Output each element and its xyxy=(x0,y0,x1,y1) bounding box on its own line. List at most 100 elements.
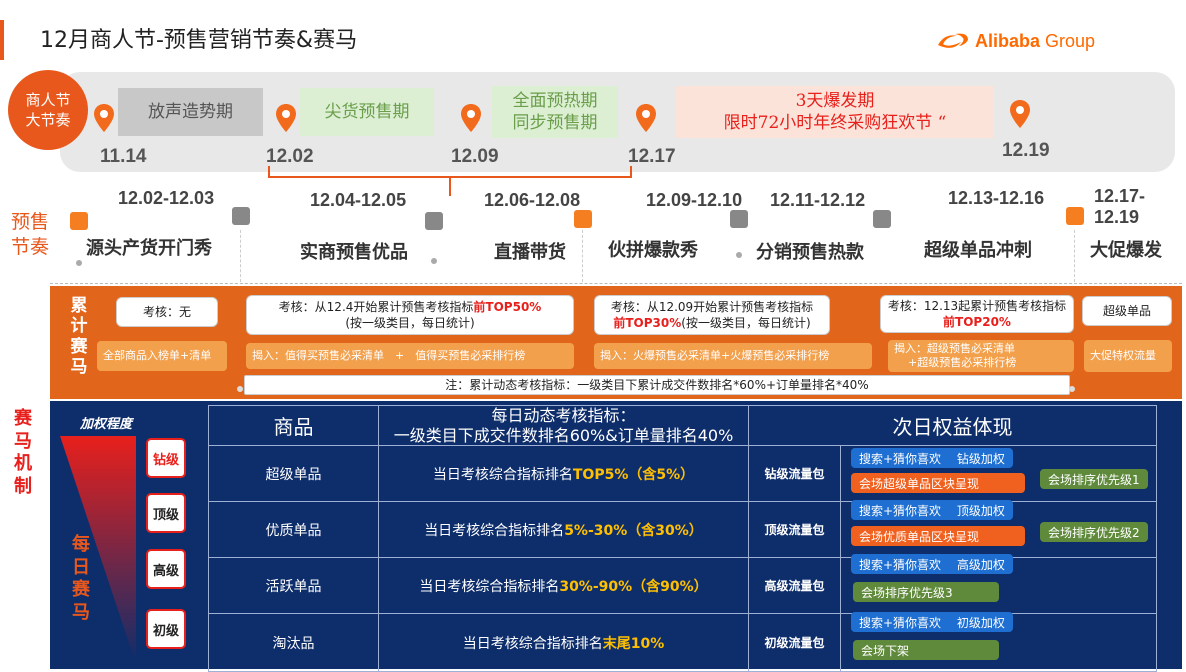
benefit-search-weight: 搜索+猜你喜欢 钻级加权 xyxy=(851,448,1013,468)
assessment-box-1-text: 考核：无 xyxy=(142,304,191,319)
presale-title-5: 分销预售热款 xyxy=(756,242,864,263)
tier-high-badge: 高级 xyxy=(146,549,186,589)
presale-range-3: 12.06-12.08 xyxy=(484,190,581,210)
benefit-search-weight: 搜索+猜你喜欢 初级加权 xyxy=(851,612,1013,632)
assessment-note: 注：累计动态考核指标：一级类目下累计成交件数排名*60%+订单量排名*40% xyxy=(244,375,1070,395)
location-pin-icon xyxy=(94,104,114,132)
marker-dot xyxy=(76,260,82,266)
header-benefit: 次日权益体现 xyxy=(748,405,1157,446)
benefit-search-weight: 搜索+猜你喜欢 顶级加权 xyxy=(851,500,1013,520)
box3-sub: (按一级类目，每日统计) xyxy=(681,316,811,330)
milestone-marker xyxy=(232,207,250,225)
row3-metric-highlight: 30%-90%（含90%） xyxy=(559,578,708,595)
presale-title-1: 源头产货开门秀 xyxy=(86,238,212,259)
row3-product: 活跃单品 xyxy=(208,557,379,614)
benefit-venue-priority: 会场排序优先级1 xyxy=(1040,469,1148,489)
phase-4-label-1: 3天爆发期 xyxy=(795,90,875,111)
row2-metric: 当日考核综合指标排名5%-30%（含30%） xyxy=(378,501,749,558)
header-metric-line2: 一级类目下成交件数排名60%&订单量排名40% xyxy=(393,425,734,445)
phase-4-label-2: 限时72小时年终采购狂欢节 “ xyxy=(723,113,947,133)
row3-pack: 高级流量包 xyxy=(748,557,841,614)
phase-2: 尖货预售期 xyxy=(300,88,434,136)
box3-text: 考核：从12.09开始累计预售考核指标 xyxy=(610,299,814,314)
benefit-venue-display: 会场优质单品区块呈现 xyxy=(851,526,1025,546)
logo-group-text: Group xyxy=(1045,30,1096,51)
benefit-search-weight: 搜索+猜你喜欢 高级加权 xyxy=(851,554,1013,574)
listing-box-4-line2: +超级预售必采排行榜 xyxy=(908,356,1017,370)
presale-range-1: 12.02-12.03 xyxy=(118,188,215,208)
presale-range-5: 12.11-12.12 xyxy=(770,190,866,210)
presale-label-line2: 节奏 xyxy=(10,235,49,258)
presale-title-4: 伙拼爆款秀 xyxy=(608,240,698,261)
milestone-marker xyxy=(730,210,748,228)
row4-metric: 当日考核综合指标排名末尾10% xyxy=(378,613,749,672)
phase-4: 3天爆发期 限时72小时年终采购狂欢节 “ xyxy=(676,86,994,138)
row4-product: 淘汰品 xyxy=(208,613,379,672)
benefit-venue-priority: 会场排序优先级3 xyxy=(853,582,999,602)
milestone-marker xyxy=(70,212,88,230)
header-metric: 每日动态考核指标： 一级类目下成交件数排名60%&订单量排名40% xyxy=(378,405,749,446)
milestone-marker xyxy=(873,210,891,228)
weight-degree-label: 加权程度 xyxy=(80,417,133,432)
daily-label-char: 赛 xyxy=(72,579,90,600)
row2-product: 优质单品 xyxy=(208,501,379,558)
listing-box-5: 大促特权流量 xyxy=(1084,340,1172,372)
daily-race-label: 每 日 赛 马 xyxy=(68,534,94,624)
location-pin-icon xyxy=(276,104,296,132)
presale-title-2: 实商预售优品 xyxy=(300,242,408,263)
race-label-char: 制 xyxy=(14,475,32,497)
header-product: 商品 xyxy=(208,405,379,446)
row4-metric-highlight: 末尾10% xyxy=(602,635,665,652)
date-1: 11.14 xyxy=(100,146,147,167)
presale-label-line1: 预售 xyxy=(10,211,49,233)
milestone-marker xyxy=(1066,207,1084,225)
presale-title-6: 超级单品冲刺 xyxy=(924,240,1032,261)
title-accent-bar xyxy=(0,20,4,60)
listing-box-4-line1: 揭入：超级预售必采清单 xyxy=(894,342,1015,355)
daily-label-char: 日 xyxy=(72,556,90,578)
row1-metric-highlight: TOP5%（含5%） xyxy=(572,466,695,483)
row1-metric: 当日考核综合指标排名TOP5%（含5%） xyxy=(378,445,749,502)
assessment-box-5: 超级单品 xyxy=(1082,296,1172,326)
circle-line1: 商人节 xyxy=(25,90,71,109)
tier-basic-badge: 初级 xyxy=(146,609,186,649)
marker-dot xyxy=(736,252,742,258)
row1-product: 超级单品 xyxy=(208,445,379,502)
benefit-venue-display: 会场超级单品区块呈现 xyxy=(851,473,1025,493)
listing-box-2-text: 揭入：值得买预售必采清单 + 值得买预售必采排行榜 xyxy=(252,348,526,362)
phase-3: 全面预热期 同步预售期 xyxy=(492,86,618,138)
divider xyxy=(1074,230,1075,282)
assessment-box-2: 考核：从12.4开始累计预售考核指标前TOP50% (按一级类目，每日统计) xyxy=(246,295,574,335)
box4-text: 考核：12.13起累计预售考核指标 xyxy=(887,298,1067,313)
page-title: 12月商人节-预售营销节奏&赛马 xyxy=(40,28,358,53)
assessment-box-3: 考核：从12.09开始累计预售考核指标 前TOP30%(按一级类目，每日统计) xyxy=(594,295,830,335)
benefit-venue-delist: 会场下架 xyxy=(853,640,999,660)
marker-dot xyxy=(431,258,437,264)
listing-box-4: 揭入：超级预售必采清单 +超级预售必采排行榜 xyxy=(888,340,1074,372)
presale-range-7: 12.17-12.19 xyxy=(1094,186,1146,227)
cum-label-char: 赛 xyxy=(70,336,88,357)
presale-title-7: 大促爆发 xyxy=(1090,240,1162,261)
row3-metric-text: 当日考核综合指标排名 xyxy=(419,578,560,595)
circle-line2: 大节奏 xyxy=(25,111,71,129)
divider xyxy=(582,230,583,282)
presale-range-6: 12.13-12.16 xyxy=(948,188,1045,208)
phase-3-label-1: 全面预热期 xyxy=(512,90,598,111)
milestone-marker xyxy=(425,212,443,230)
rhythm-circle: 商人节 大节奏 xyxy=(8,70,88,150)
row4-pack: 初级流量包 xyxy=(748,613,841,672)
presale-rhythm-label: 预售 节奏 xyxy=(8,210,52,259)
daily-label-char: 马 xyxy=(72,601,90,623)
race-mechanism-label: 赛 马 机 制 xyxy=(8,408,38,498)
cum-label-char: 计 xyxy=(70,316,88,337)
box2-sub: (按一级类目，每日统计) xyxy=(345,316,475,330)
alibaba-logo-icon xyxy=(938,33,968,48)
alibaba-logo: Alibaba Group xyxy=(935,30,1095,52)
row1-pack: 钻级流量包 xyxy=(748,445,841,502)
cumulative-race-label: 累 计 赛 马 xyxy=(66,296,92,378)
box3-highlight: 前TOP30% xyxy=(613,316,682,330)
row2-pack: 顶级流量包 xyxy=(748,501,841,558)
race-label-char: 机 xyxy=(14,453,32,474)
listing-box-2: 揭入：值得买预售必采清单 + 值得买预售必采排行榜 xyxy=(246,343,574,369)
row4-metric-text: 当日考核综合指标排名 xyxy=(462,635,603,652)
